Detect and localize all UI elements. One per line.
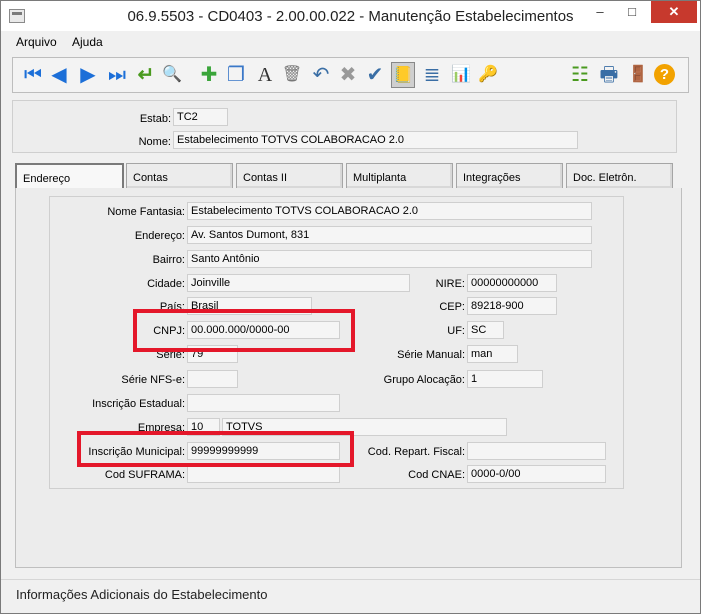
cod-repart-fiscal-field[interactable] [467,442,606,460]
minimize-button[interactable]: – [589,1,611,23]
add-icon[interactable]: ✚ [197,62,221,88]
notebook-icon[interactable]: 📒 [391,62,415,88]
first-record-icon[interactable]: ⏮ [21,62,45,88]
title-bar: 06.9.5503 - CD0403 - 2.00.00.022 - Manut… [1,1,700,31]
bairro-field[interactable]: Santo Antônio [187,250,592,268]
tab-strip: Endereço Contas Contas II Multiplanta In… [15,163,677,188]
cidade-label: Cidade: [147,278,185,290]
grupo-alocacao-field[interactable]: 1 [467,370,543,388]
cnpj-highlight-box [133,309,355,352]
nome-field[interactable]: Estabelecimento TOTVS COLABORACAO 2.0 [173,131,578,149]
search-icon[interactable]: 🔍 [160,62,184,88]
nome-fantasia-label: Nome Fantasia: [107,206,185,218]
toolbar: ⏮ ◀ ▶ ⏭ ↵ 🔍 ✚ ❐ A 🗑 ↶ ✖ ✔ 📒 ≣ 📊 🔑 ☷ 🖶 🚪 … [12,57,689,93]
bairro-label: Bairro: [152,254,185,266]
help-icon[interactable]: ? [654,64,675,85]
uf-field[interactable]: SC [467,321,504,339]
edit-icon[interactable]: A [253,62,277,88]
close-button[interactable]: ✕ [651,1,697,23]
cod-suframa-field[interactable] [187,465,340,483]
tab-contas[interactable]: Contas [126,163,233,188]
estab-label: Estab: [139,113,171,125]
estab-field[interactable]: TC2 [173,108,228,126]
tab-doc-eletron[interactable]: Doc. Eletrôn. [566,163,673,188]
tab-multiplanta[interactable]: Multiplanta [346,163,453,188]
serie-nfse-field[interactable] [187,370,238,388]
cod-repart-fiscal-label: Cod. Repart. Fiscal: [367,446,465,458]
serie-nfse-label: Série NFS-e: [121,374,185,386]
status-bar: Informações Adicionais do Estabeleciment… [1,579,700,613]
report-icon[interactable]: 📊 [449,62,473,88]
inscricao-municipal-highlight-box [77,431,354,467]
endereco-label: Endereço: [134,230,185,242]
cod-cnae-field[interactable]: 0000-0/00 [467,465,606,483]
inscricao-estadual-field[interactable] [187,394,340,412]
undo-icon[interactable]: ↶ [309,62,333,88]
serie-manual-label: Série Manual: [397,349,465,361]
grupo-alocacao-label: Grupo Alocação: [383,374,465,386]
next-record-icon[interactable]: ▶ [76,62,100,88]
tab-endereco[interactable]: Endereço [15,163,124,188]
last-record-icon[interactable]: ⏭ [105,62,129,88]
key-icon[interactable]: 🔑 [476,62,500,88]
previous-record-icon[interactable]: ◀ [47,62,71,88]
application-window: 06.9.5503 - CD0403 - 2.00.00.022 - Manut… [0,0,701,614]
tree-icon[interactable]: ☷ [568,62,592,88]
serie-manual-field[interactable]: man [467,345,518,363]
cep-field[interactable]: 89218-900 [467,297,557,315]
cod-cnae-label: Cod CNAE: [408,469,465,481]
menu-ajuda[interactable]: Ajuda [72,35,103,49]
cancel-icon[interactable]: ✖ [336,62,360,88]
exit-icon[interactable]: 🚪 [626,62,650,88]
list-icon[interactable]: ≣ [420,62,444,88]
menu-bar: Arquivo Ajuda [1,32,700,52]
endereco-field[interactable]: Av. Santos Dumont, 831 [187,226,592,244]
nire-field[interactable]: 00000000000 [467,274,557,292]
delete-icon[interactable]: 🗑 [280,62,304,88]
maximize-button[interactable]: □ [621,1,643,23]
cod-suframa-label: Cod SUFRAMA: [104,469,185,481]
inscricao-estadual-label: Inscrição Estadual: [92,398,185,410]
tab-contas-ii[interactable]: Contas II [236,163,343,188]
save-icon[interactable]: ✔ [363,62,387,88]
nome-fantasia-field[interactable]: Estabelecimento TOTVS COLABORACAO 2.0 [187,202,592,220]
nire-label: NIRE: [435,278,465,290]
tab-integracoes[interactable]: Integrações [456,163,563,188]
menu-arquivo[interactable]: Arquivo [16,35,57,49]
goto-icon[interactable]: ↵ [134,62,158,88]
print-icon[interactable]: 🖶 [597,62,621,88]
nome-label: Nome: [138,136,171,148]
uf-label: UF: [447,325,465,337]
copy-icon[interactable]: ❐ [224,62,248,88]
status-text: Informações Adicionais do Estabeleciment… [16,587,268,602]
cep-label: CEP: [439,301,465,313]
